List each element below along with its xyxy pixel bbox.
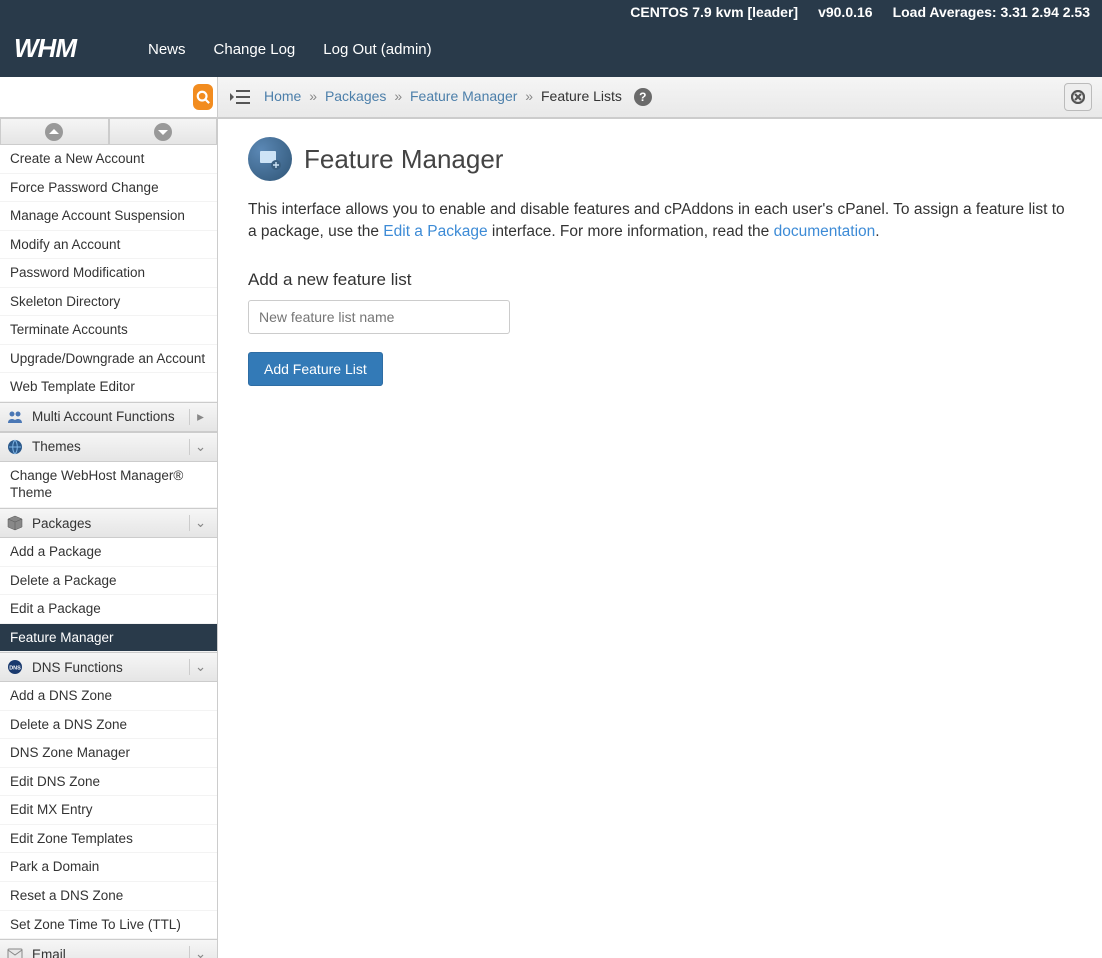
group-icon [6,438,24,456]
group-icon [6,408,24,426]
sidebar-group[interactable]: Themes ⌄ [0,432,217,462]
nav-logout[interactable]: Log Out (admin) [323,41,431,58]
window-close-button[interactable] [1064,83,1092,111]
sidebar-item[interactable]: Delete a DNS Zone [0,711,217,740]
sidebar-item[interactable]: Edit DNS Zone [0,768,217,797]
chevron-right-icon: ▸ [189,409,211,425]
status-load: Load Averages: 3.31 2.94 2.53 [893,4,1090,20]
group-label: DNS Functions [32,660,123,675]
sidebar-collapse-all-button[interactable] [0,119,109,145]
svg-text:WHM: WHM [14,35,78,63]
sidebar-item[interactable]: DNS Zone Manager [0,739,217,768]
search-button[interactable] [193,84,213,110]
sidebar-item[interactable]: Create a New Account [0,145,217,174]
feature-list-name-input[interactable] [248,300,510,334]
sidebar-item[interactable]: Delete a Package [0,567,217,596]
sidebar-item[interactable]: Feature Manager [0,624,217,653]
header: CENTOS 7.9 kvm [leader] v90.0.16 Load Av… [0,0,1102,77]
sidebar-group[interactable]: Email ⌄ [0,939,217,958]
sidebar-item[interactable]: Set Zone Time To Live (TTL) [0,911,217,940]
breadcrumb: Home » Packages » Feature Manager » Feat… [262,88,652,106]
search-icon [196,90,210,104]
sidebar-item[interactable]: Manage Account Suspension [0,202,217,231]
sidebar-item[interactable]: Change WebHost Manager® Theme [0,462,217,508]
sidebar-group[interactable]: DNS DNS Functions ⌄ [0,652,217,682]
sidebar-item[interactable]: Add a Package [0,538,217,567]
status-version: v90.0.16 [818,4,873,20]
group-label: Themes [32,439,81,454]
edit-package-link[interactable]: Edit a Package [383,223,487,240]
sidebar-item[interactable]: Edit MX Entry [0,796,217,825]
status-os: CENTOS 7.9 kvm [leader] [630,4,798,20]
sidebar-item[interactable]: Force Password Change [0,174,217,203]
search-input[interactable] [4,85,193,109]
breadcrumb-row: Home » Packages » Feature Manager » Feat… [218,77,1102,118]
sidebar-item[interactable]: Park a Domain [0,853,217,882]
main-content: Feature Manager This interface allows yo… [218,119,1102,958]
bc-home[interactable]: Home [264,88,301,104]
group-label: Email [32,947,66,958]
chevron-down-icon: ⌄ [189,439,211,455]
menu-icon [230,89,250,105]
add-feature-list-button[interactable]: Add Feature List [248,352,383,386]
whm-logo[interactable]: WHM [0,35,128,63]
sidebar-item[interactable]: Reset a DNS Zone [0,882,217,911]
page-description: This interface allows you to enable and … [248,199,1072,244]
sidebar-item[interactable]: Skeleton Directory [0,288,217,317]
nav-changelog[interactable]: Change Log [214,41,296,58]
chevron-down-icon [158,129,168,135]
feature-manager-icon [248,137,292,181]
bc-packages[interactable]: Packages [325,88,386,104]
search-wrap [0,77,218,118]
sidebar-item[interactable]: Add a DNS Zone [0,682,217,711]
status-bar: CENTOS 7.9 kvm [leader] v90.0.16 Load Av… [0,0,1102,22]
sidebar-expand-all-button[interactable] [109,119,218,145]
toolbar-row: Home » Packages » Feature Manager » Feat… [0,77,1102,119]
chevron-down-icon: ⌄ [189,515,211,531]
sidebar-item[interactable]: Upgrade/Downgrade an Account [0,345,217,374]
nav-news[interactable]: News [148,41,186,58]
sidebar-item[interactable]: Edit a Package [0,595,217,624]
chevron-down-icon: ⌄ [189,659,211,675]
nav-links: News Change Log Log Out (admin) [128,41,432,58]
navbar: WHM News Change Log Log Out (admin) [0,22,1102,76]
svg-text:DNS: DNS [9,666,21,672]
group-icon: DNS [6,658,24,676]
sidebar-item[interactable]: Terminate Accounts [0,316,217,345]
sidebar-toggle-button[interactable] [228,85,252,109]
group-label: Packages [32,516,91,531]
sidebar-group[interactable]: Packages ⌄ [0,508,217,538]
sidebar-item[interactable]: Edit Zone Templates [0,825,217,854]
sidebar-item[interactable]: Password Modification [0,259,217,288]
group-label: Multi Account Functions [32,409,175,424]
chevron-down-icon: ⌄ [189,946,211,958]
help-icon[interactable]: ? [634,88,652,106]
sidebar: Create a New AccountForce Password Chang… [0,119,218,958]
documentation-link[interactable]: documentation [774,223,876,240]
page-header: Feature Manager [248,137,1072,181]
page-title: Feature Manager [304,144,503,175]
close-icon [1071,90,1085,104]
bc-featuremgr[interactable]: Feature Manager [410,88,517,104]
chevron-up-icon [49,129,59,135]
sidebar-list[interactable]: Create a New AccountForce Password Chang… [0,145,217,958]
sidebar-item[interactable]: Web Template Editor [0,373,217,402]
sidebar-group[interactable]: Multi Account Functions ▸ [0,402,217,432]
bc-current: Feature Lists [541,88,622,104]
group-icon [6,514,24,532]
group-icon [6,945,24,958]
sidebar-item[interactable]: Modify an Account [0,231,217,260]
add-list-label: Add a new feature list [248,270,1072,290]
